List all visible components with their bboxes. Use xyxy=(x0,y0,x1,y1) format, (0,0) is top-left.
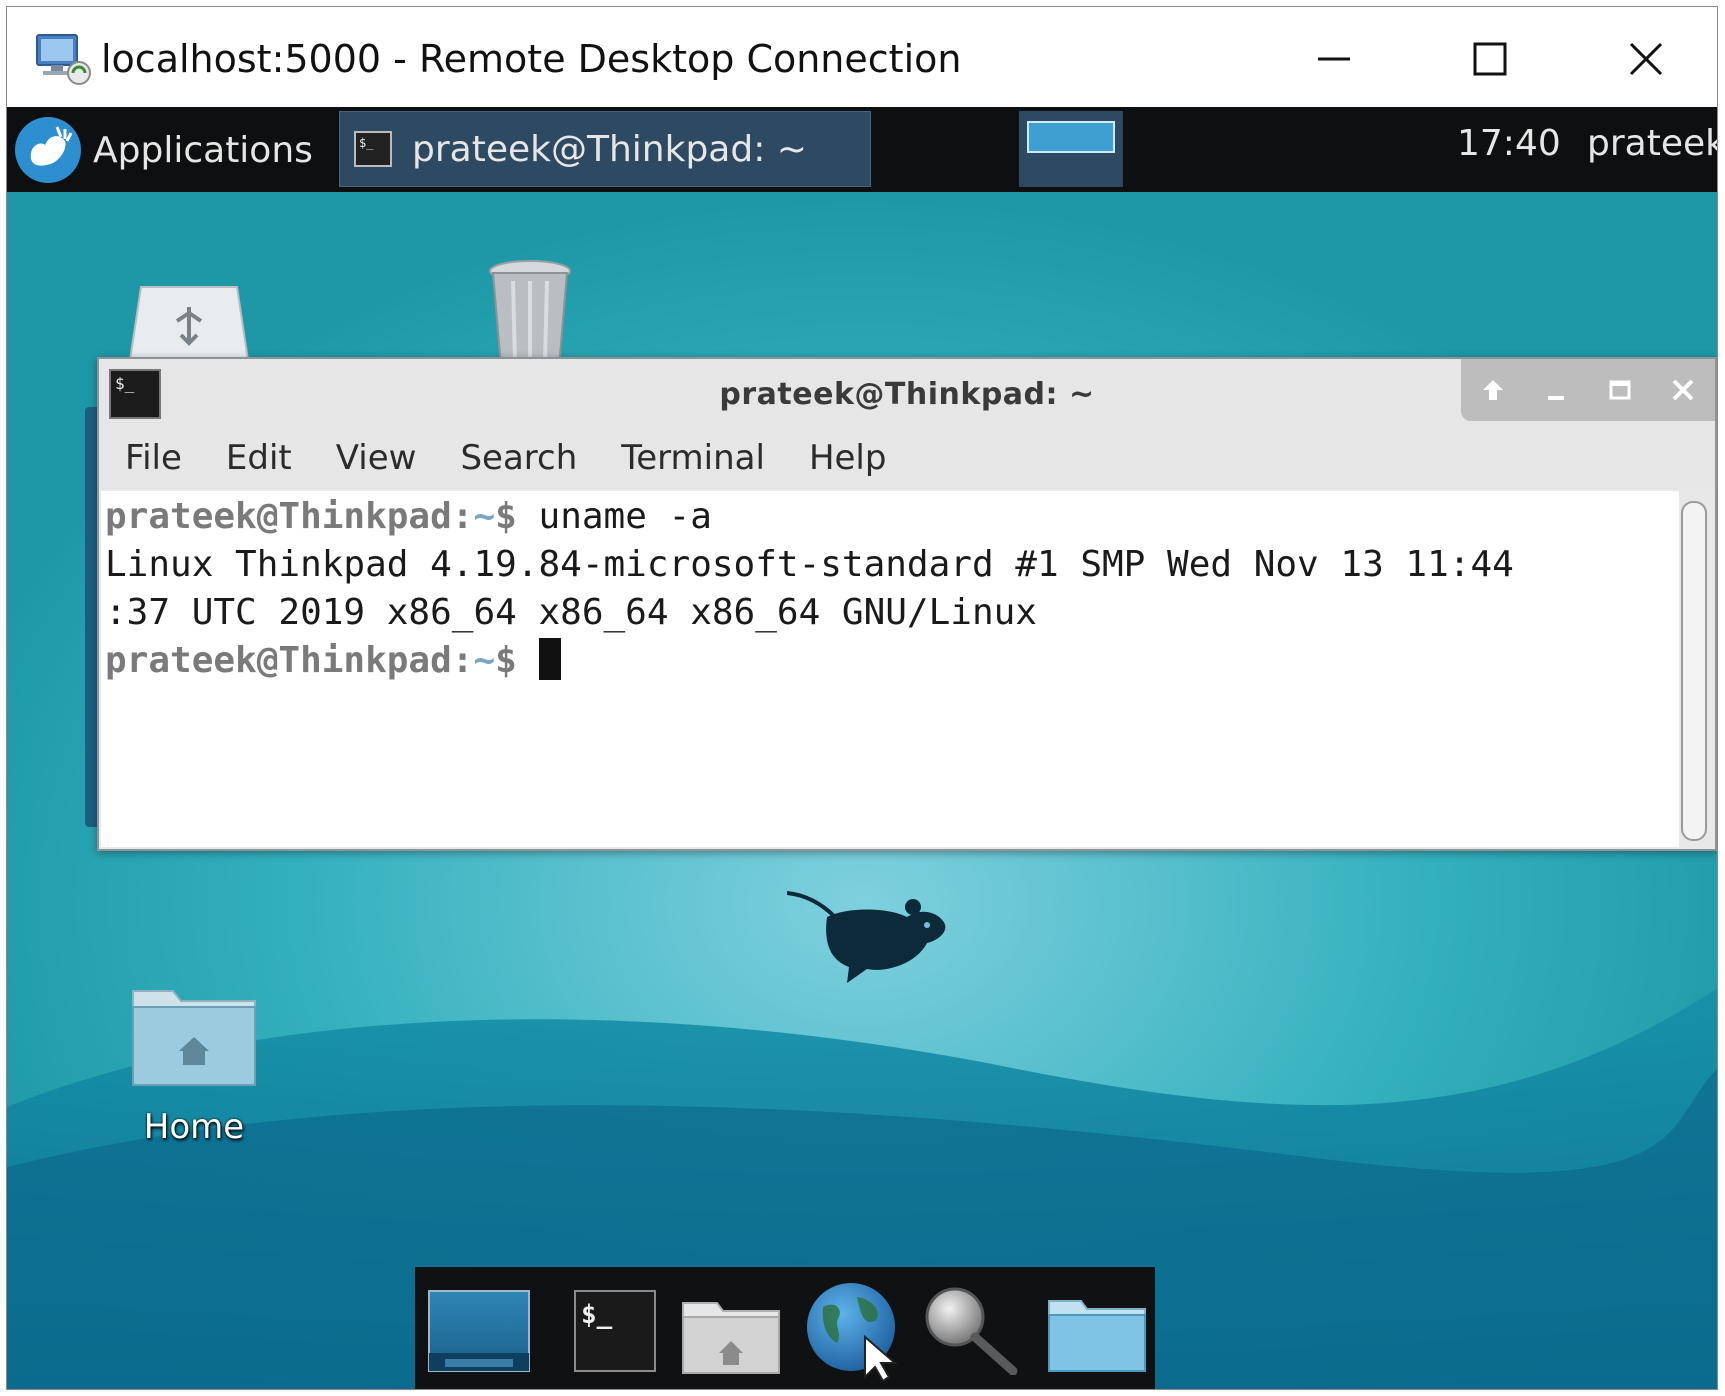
workspace-switcher[interactable] xyxy=(1019,111,1123,187)
svg-text:$_: $_ xyxy=(581,1300,613,1330)
terminal-icon: $_ xyxy=(354,131,392,167)
trash-icon[interactable] xyxy=(483,257,577,368)
search-icon xyxy=(925,1287,1018,1376)
terminal-menubar: File Edit View Search Terminal Help xyxy=(99,427,1715,489)
xfce-mouse-wallpaper-logo xyxy=(787,891,946,983)
folder-icon xyxy=(1048,1300,1146,1372)
home-folder-icon xyxy=(132,990,256,1086)
dock-terminal[interactable]: $_ xyxy=(573,1289,657,1377)
menu-help[interactable]: Help xyxy=(809,438,887,478)
prompt-colon: : xyxy=(451,640,474,681)
web-browser-icon xyxy=(807,1283,898,1383)
prompt-user: prateek@Thinkpad xyxy=(105,640,452,681)
home-desktop-icon[interactable]: Home xyxy=(119,979,269,1179)
applications-menu[interactable]: Applications xyxy=(13,115,313,185)
command-text: uname -a xyxy=(538,496,712,537)
workspace-1-preview xyxy=(1027,121,1115,153)
terminal-window-controls xyxy=(1461,359,1715,421)
dock-folder[interactable] xyxy=(1047,1293,1147,1377)
arrow-up-icon xyxy=(1482,380,1503,400)
dock-file-manager[interactable] xyxy=(681,1295,781,1379)
svg-text:$_: $_ xyxy=(359,136,374,150)
home-icon-label: Home xyxy=(143,1107,245,1147)
removable-drive-icon[interactable] xyxy=(127,277,251,368)
terminal-scrollbar[interactable] xyxy=(1681,501,1707,841)
minimize-icon xyxy=(1318,57,1350,61)
remote-desktop: Applications $_ prateek@Thinkpad: ~ 17:4… xyxy=(7,107,1717,1389)
minimize-button[interactable] xyxy=(1279,29,1389,89)
close-icon xyxy=(1672,379,1694,401)
rdp-titlebar: localhost:5000 - Remote Desktop Connecti… xyxy=(7,7,1717,107)
menu-terminal[interactable]: Terminal xyxy=(621,438,765,478)
menu-search[interactable]: Search xyxy=(460,438,577,478)
panel-clock[interactable]: 17:40 xyxy=(1457,123,1561,164)
menu-file[interactable]: File xyxy=(125,438,182,478)
terminal-line-prompt: prateek@Thinkpad:~$ xyxy=(105,637,1675,685)
maximize-button[interactable] xyxy=(1435,29,1545,89)
show-desktop-icon xyxy=(428,1290,530,1372)
file-manager-icon xyxy=(682,1302,780,1374)
dock-show-desktop[interactable] xyxy=(427,1289,531,1377)
panel-user-menu[interactable]: prateek xyxy=(1587,123,1717,164)
terminal-line-command: prateek@Thinkpad:~$ uname -a xyxy=(105,493,1675,541)
keep-above-button[interactable] xyxy=(1473,370,1513,410)
menu-edit[interactable]: Edit xyxy=(226,438,292,478)
applications-label: Applications xyxy=(93,129,313,171)
bottom-dock: $_ xyxy=(415,1267,1155,1389)
text-cursor xyxy=(538,638,561,680)
terminal-icon: $_ xyxy=(574,1290,656,1372)
rdp-window: localhost:5000 - Remote Desktop Connecti… xyxy=(6,6,1718,1390)
prompt-colon: : xyxy=(451,496,474,537)
menu-view[interactable]: View xyxy=(336,438,417,478)
maximize-icon xyxy=(1609,380,1631,400)
remote-desktop-icon xyxy=(36,34,91,85)
close-button[interactable] xyxy=(1591,29,1701,89)
prompt-user: prateek@Thinkpad xyxy=(105,496,452,537)
prompt-path: ~ xyxy=(473,496,496,537)
terminal-minimize-button[interactable] xyxy=(1536,370,1576,410)
terminal-titlebar[interactable]: $_ prateek@Thinkpad: ~ xyxy=(99,359,1715,427)
terminal-window: $_ prateek@Thinkpad: ~ File Edit View Se… xyxy=(97,357,1717,851)
terminal-output-line: Linux Thinkpad 4.19.84-microsoft-standar… xyxy=(105,544,1514,585)
dock-app-finder[interactable] xyxy=(921,1285,1021,1379)
prompt-path: ~ xyxy=(473,640,496,681)
dock-web-browser[interactable] xyxy=(803,1277,913,1385)
terminal-output[interactable]: prateek@Thinkpad:~$ uname -a Linux Thinkp… xyxy=(101,491,1679,847)
prompt-symbol: $ xyxy=(495,496,539,537)
maximize-icon xyxy=(1473,42,1507,76)
rdp-window-title: localhost:5000 - Remote Desktop Connecti… xyxy=(101,37,962,81)
minimize-icon xyxy=(1548,396,1565,400)
top-panel: Applications $_ prateek@Thinkpad: ~ 17:4… xyxy=(7,107,1717,192)
terminal-output-line: :37 UTC 2019 x86_64 x86_64 x86_64 GNU/Li… xyxy=(105,592,1037,633)
terminal-close-button[interactable] xyxy=(1663,370,1703,410)
terminal-maximize-button[interactable] xyxy=(1600,370,1640,410)
taskbar-terminal-button[interactable]: $_ prateek@Thinkpad: ~ xyxy=(339,111,871,187)
xfce-logo-icon xyxy=(15,117,81,183)
close-icon xyxy=(1629,42,1663,76)
taskbar-terminal-label: prateek@Thinkpad: ~ xyxy=(412,128,807,170)
prompt-symbol: $ xyxy=(495,640,539,681)
